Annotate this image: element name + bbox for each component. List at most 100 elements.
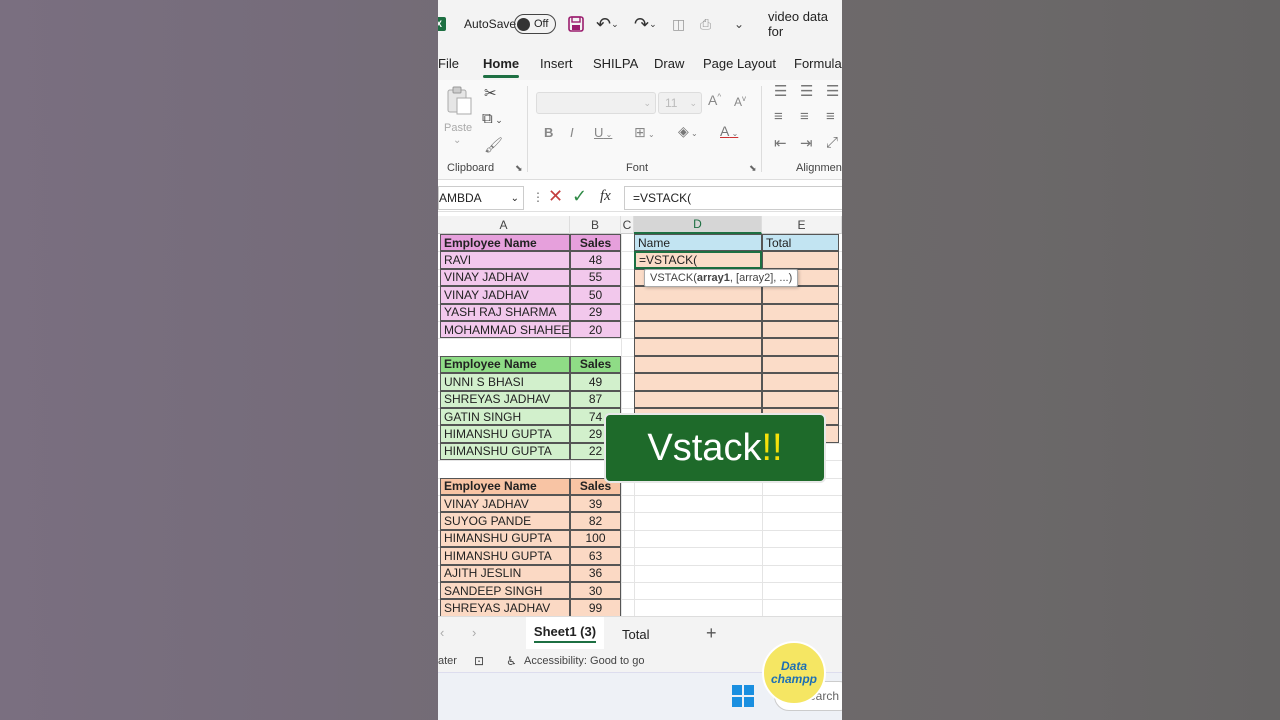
- output-header-total[interactable]: Total: [762, 234, 839, 252]
- table-cell-sales[interactable]: 48: [570, 251, 621, 269]
- print-preview-icon[interactable]: ⎙: [700, 0, 711, 48]
- output-cell[interactable]: [634, 373, 762, 391]
- tab-file[interactable]: File: [438, 56, 459, 71]
- table-cell-name[interactable]: VINAY JADHAV: [440, 286, 570, 304]
- output-cell[interactable]: [762, 390, 839, 408]
- scroll-right-icon[interactable]: ›: [472, 625, 476, 640]
- tab-total[interactable]: Total: [622, 627, 649, 642]
- borders-icon[interactable]: ⊞ ⌄: [634, 124, 655, 141]
- active-cell-d2[interactable]: =VSTACK(: [634, 251, 762, 269]
- table-cell-name[interactable]: SHREYAS JADHAV: [440, 599, 570, 617]
- output-header-name[interactable]: Name: [634, 234, 762, 252]
- table-cell-name[interactable]: HIMANSHU GUPTA: [440, 442, 570, 461]
- table-cell-sales[interactable]: 20: [570, 321, 621, 339]
- output-cell[interactable]: [762, 251, 839, 269]
- align-right-icon[interactable]: ≡: [826, 108, 835, 125]
- output-cell[interactable]: [762, 321, 839, 339]
- column-header-b[interactable]: B: [570, 216, 621, 234]
- table-header-sales[interactable]: Sales: [570, 355, 621, 374]
- table-cell-name[interactable]: MOHAMMAD SHAHEEN: [440, 321, 570, 339]
- font-size-box[interactable]: 11 ⌄: [658, 92, 702, 114]
- table-cell-name[interactable]: HIMANSHU GUPTA: [440, 547, 570, 565]
- table-cell-name[interactable]: YASH RAJ SHARMA: [440, 303, 570, 321]
- copy-icon[interactable]: ⧉ ⌄: [482, 110, 503, 127]
- table-cell-sales[interactable]: 39: [570, 495, 621, 513]
- align-left-icon[interactable]: ≡: [774, 108, 783, 125]
- enter-icon[interactable]: ✓: [572, 186, 587, 207]
- cancel-icon[interactable]: ✕: [548, 186, 563, 207]
- paste-dropdown-icon[interactable]: ⌄: [453, 135, 461, 146]
- italic-icon[interactable]: I: [570, 125, 574, 140]
- align-center-icon[interactable]: ≡: [800, 108, 809, 125]
- bold-icon[interactable]: B: [544, 125, 553, 140]
- table-cell-sales[interactable]: 100: [570, 529, 621, 548]
- decrease-indent-icon[interactable]: ⇤: [774, 134, 787, 152]
- table-cell-sales[interactable]: 50: [570, 286, 621, 304]
- scroll-left-icon[interactable]: ‹: [440, 625, 444, 640]
- output-cell[interactable]: [634, 321, 762, 339]
- output-cell[interactable]: [634, 390, 762, 408]
- fill-color-icon[interactable]: ◈ ⌄: [678, 123, 698, 140]
- tab-insert[interactable]: Insert: [540, 56, 573, 71]
- output-cell[interactable]: [762, 373, 839, 391]
- table-cell-name[interactable]: SHREYAS JADHAV: [440, 390, 570, 408]
- camera-icon[interactable]: ◫: [672, 0, 685, 48]
- accessibility-icon[interactable]: ♿: [506, 654, 517, 668]
- output-cell[interactable]: [634, 286, 762, 304]
- undo-icon[interactable]: ↶ ⌄: [596, 0, 619, 48]
- table-cell-sales[interactable]: 99: [570, 599, 621, 617]
- column-header-c[interactable]: C: [621, 216, 634, 234]
- underline-icon[interactable]: U ⌄: [594, 125, 612, 140]
- decrease-font-icon[interactable]: Av: [734, 94, 746, 109]
- table-cell-name[interactable]: VINAY JADHAV: [440, 268, 570, 287]
- table-cell-name[interactable]: VINAY JADHAV: [440, 495, 570, 513]
- font-launcher-icon[interactable]: ⬊: [749, 163, 757, 174]
- table-cell-name[interactable]: AJITH JESLIN: [440, 564, 570, 582]
- table-cell-name[interactable]: RAVI: [440, 251, 570, 269]
- output-cell[interactable]: [762, 303, 839, 321]
- increase-indent-icon[interactable]: ⇥: [800, 134, 813, 152]
- tab-draw[interactable]: Draw: [654, 56, 684, 71]
- windows-start-icon[interactable]: [732, 685, 754, 712]
- align-bottom-icon[interactable]: ☰: [826, 82, 839, 100]
- table-cell-sales[interactable]: 63: [570, 547, 621, 565]
- orientation-icon[interactable]: ⤢: [826, 134, 838, 151]
- table-cell-name[interactable]: UNNI S BHASI: [440, 373, 570, 391]
- table-cell-name[interactable]: HIMANSHU GUPTA: [440, 529, 570, 548]
- customize-toolbar-icon[interactable]: ⌄: [734, 0, 744, 48]
- table-cell-name[interactable]: HIMANSHU GUPTA: [440, 425, 570, 443]
- column-header-d[interactable]: D: [634, 216, 762, 234]
- format-painter-icon[interactable]: 🖌: [484, 136, 503, 154]
- table-cell-sales[interactable]: 55: [570, 268, 621, 287]
- column-header-e[interactable]: E: [762, 216, 842, 234]
- save-icon[interactable]: [568, 0, 584, 48]
- output-cell[interactable]: [762, 355, 839, 374]
- insert-function-icon[interactable]: fx: [600, 188, 611, 205]
- tab-home[interactable]: Home: [483, 56, 520, 78]
- autosave-toggle[interactable]: Off: [514, 14, 556, 34]
- accessibility-status[interactable]: Accessibility: Good to go: [524, 655, 644, 667]
- redo-icon[interactable]: ↷ ⌄: [634, 0, 657, 48]
- table-cell-name[interactable]: SANDEEP SINGH: [440, 582, 570, 600]
- clipboard-launcher-icon[interactable]: ⬊: [515, 163, 523, 174]
- increase-font-icon[interactable]: A^: [708, 92, 721, 108]
- output-cell[interactable]: [634, 338, 762, 356]
- output-cell[interactable]: [634, 303, 762, 321]
- table-cell-name[interactable]: SUYOG PANDE: [440, 512, 570, 530]
- table-cell-sales[interactable]: 29: [570, 303, 621, 321]
- table-cell-sales[interactable]: 36: [570, 564, 621, 582]
- add-sheet-icon[interactable]: +: [706, 623, 717, 644]
- table-cell-name[interactable]: GATIN SINGH: [440, 408, 570, 426]
- table-header-name[interactable]: Employee Name: [440, 234, 570, 252]
- tab-page-layout[interactable]: Page Layout: [703, 56, 776, 71]
- output-cell[interactable]: [762, 286, 839, 304]
- font-name-box[interactable]: ⌄: [536, 92, 656, 114]
- table-header-sales[interactable]: Sales: [570, 234, 621, 252]
- table-header-name[interactable]: Employee Name: [440, 355, 570, 374]
- table-cell-sales[interactable]: 49: [570, 373, 621, 391]
- paste-icon[interactable]: [444, 86, 474, 120]
- font-color-icon[interactable]: A ⌄: [720, 123, 738, 139]
- macro-record-icon[interactable]: ⊡: [474, 654, 484, 668]
- output-cell[interactable]: [762, 338, 839, 356]
- tab-sheet1-3[interactable]: Sheet1 (3): [526, 617, 604, 649]
